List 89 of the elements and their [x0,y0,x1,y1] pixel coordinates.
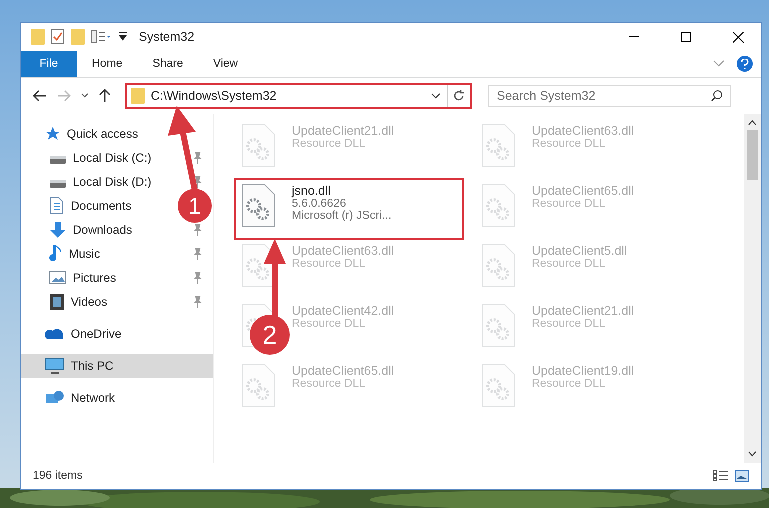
file-name: UpdateClient63.dll [292,244,394,258]
nav-pane-item[interactable]: Documents [71,199,132,213]
highlighted-file-tile[interactable]: jsno.dll 5.6.0.6626 Microsoft (r) JScri... [236,180,462,238]
ribbon-tab[interactable]: Share [138,51,198,77]
ribbon-tab[interactable]: File [21,51,77,77]
chevron-icon[interactable] [713,60,725,68]
file-name: UpdateClient5.dll [532,244,628,258]
file-detail: Resource DLL [532,318,607,330]
pin-icon[interactable] [193,224,203,236]
nav-pane-item[interactable]: Videos [71,295,108,309]
dll-file-icon [242,124,276,168]
file-name: UpdateClient21.dll [532,304,634,318]
details-view-icon[interactable] [713,470,729,482]
back-button[interactable] [31,88,49,104]
down-arrow-icon [49,221,67,239]
maximize-icon [681,32,691,42]
file-detail: Resource DLL [292,138,367,150]
nav-pane-item[interactable]: This PC [21,354,213,378]
scroll-thumb[interactable] [747,130,758,180]
forward-arrow-icon [57,90,71,102]
checkbox-icon[interactable] [51,29,65,45]
scroll-up-icon[interactable] [748,120,757,126]
network-icon [45,390,65,406]
pin-icon[interactable] [193,296,203,308]
caret-icon[interactable] [119,32,127,42]
file-detail: Resource DLL [292,318,367,330]
star-icon [45,126,61,142]
file-name: UpdateClient65.dll [532,184,634,198]
file-detail: Microsoft (r) JScri... [292,210,392,222]
dll-file-icon [482,364,516,408]
search-field[interactable]: Search System32 [488,85,731,107]
file-name: UpdateClient21.dll [292,124,394,138]
large-icons-view-icon[interactable] [735,470,749,482]
nav-pane-item[interactable]: Downloads [73,223,132,237]
item-count: 196 items [33,470,83,482]
address-field[interactable]: C:\Windows\System32 [127,85,448,107]
properties-icon[interactable] [91,30,113,44]
ribbon-tab[interactable]: Home [77,51,138,77]
file-name: UpdateClient19.dll [532,364,634,378]
dropdown-icon[interactable] [431,93,441,99]
dll-file-icon [242,364,276,408]
file-detail: Resource DLL [532,198,607,210]
scroll-down-icon[interactable] [748,451,757,457]
file-detail: Resource DLL [532,378,607,390]
nav-pane-item[interactable]: Network [71,391,116,405]
nav-pane-item[interactable]: OneDrive [71,327,122,341]
minimize-icon [629,36,639,38]
scrollbar[interactable] [744,114,761,463]
up-arrow-icon [99,89,111,103]
file-detail: Resource DLL [292,378,367,390]
dll-file-icon [482,304,516,348]
file-name: jsno.dll [292,184,331,198]
dll-file-icon [482,244,516,288]
nav-pane-item[interactable]: Pictures [73,271,116,285]
file-detail: 5.6.0.6626 [292,198,348,210]
dll-file-icon [482,124,516,168]
window-title: System32 [139,30,195,44]
document-icon [49,197,65,215]
file-detail: Resource DLL [532,138,607,150]
pictures-icon [49,270,67,286]
ribbon-tab[interactable]: View [198,51,254,77]
nav-pane-item[interactable]: Music [69,247,100,261]
search-icon[interactable] [711,90,723,102]
up-button[interactable] [97,87,113,105]
film-icon [49,293,65,311]
nav-pane-item[interactable]: Local Disk (C:) [73,151,152,165]
pin-icon[interactable] [193,152,203,164]
file-detail: Resource DLL [292,258,367,270]
folder-icon [131,88,145,104]
help-icon[interactable] [737,56,753,72]
caret-icon [81,93,89,99]
file-name: UpdateClient65.dll [292,364,394,378]
monitor-icon [45,358,65,374]
music-note-icon [49,245,63,263]
address-path: C:\Windows\System32 [151,89,278,103]
refresh-icon [453,90,465,102]
dll-file-icon [242,184,276,228]
pin-icon[interactable] [193,176,203,188]
nav-pane-item[interactable]: Quick access [67,127,138,141]
pin-icon[interactable] [193,272,203,284]
file-detail: Resource DLL [532,258,607,270]
back-arrow-icon [33,90,47,102]
pin-icon[interactable] [193,248,203,260]
cloud-icon [45,327,65,341]
nav-pane-item[interactable]: Local Disk (D:) [73,175,152,189]
file-name: UpdateClient63.dll [532,124,634,138]
dll-file-icon [482,184,516,228]
file-name: UpdateClient42.dll [292,304,394,318]
close-icon [732,32,744,42]
